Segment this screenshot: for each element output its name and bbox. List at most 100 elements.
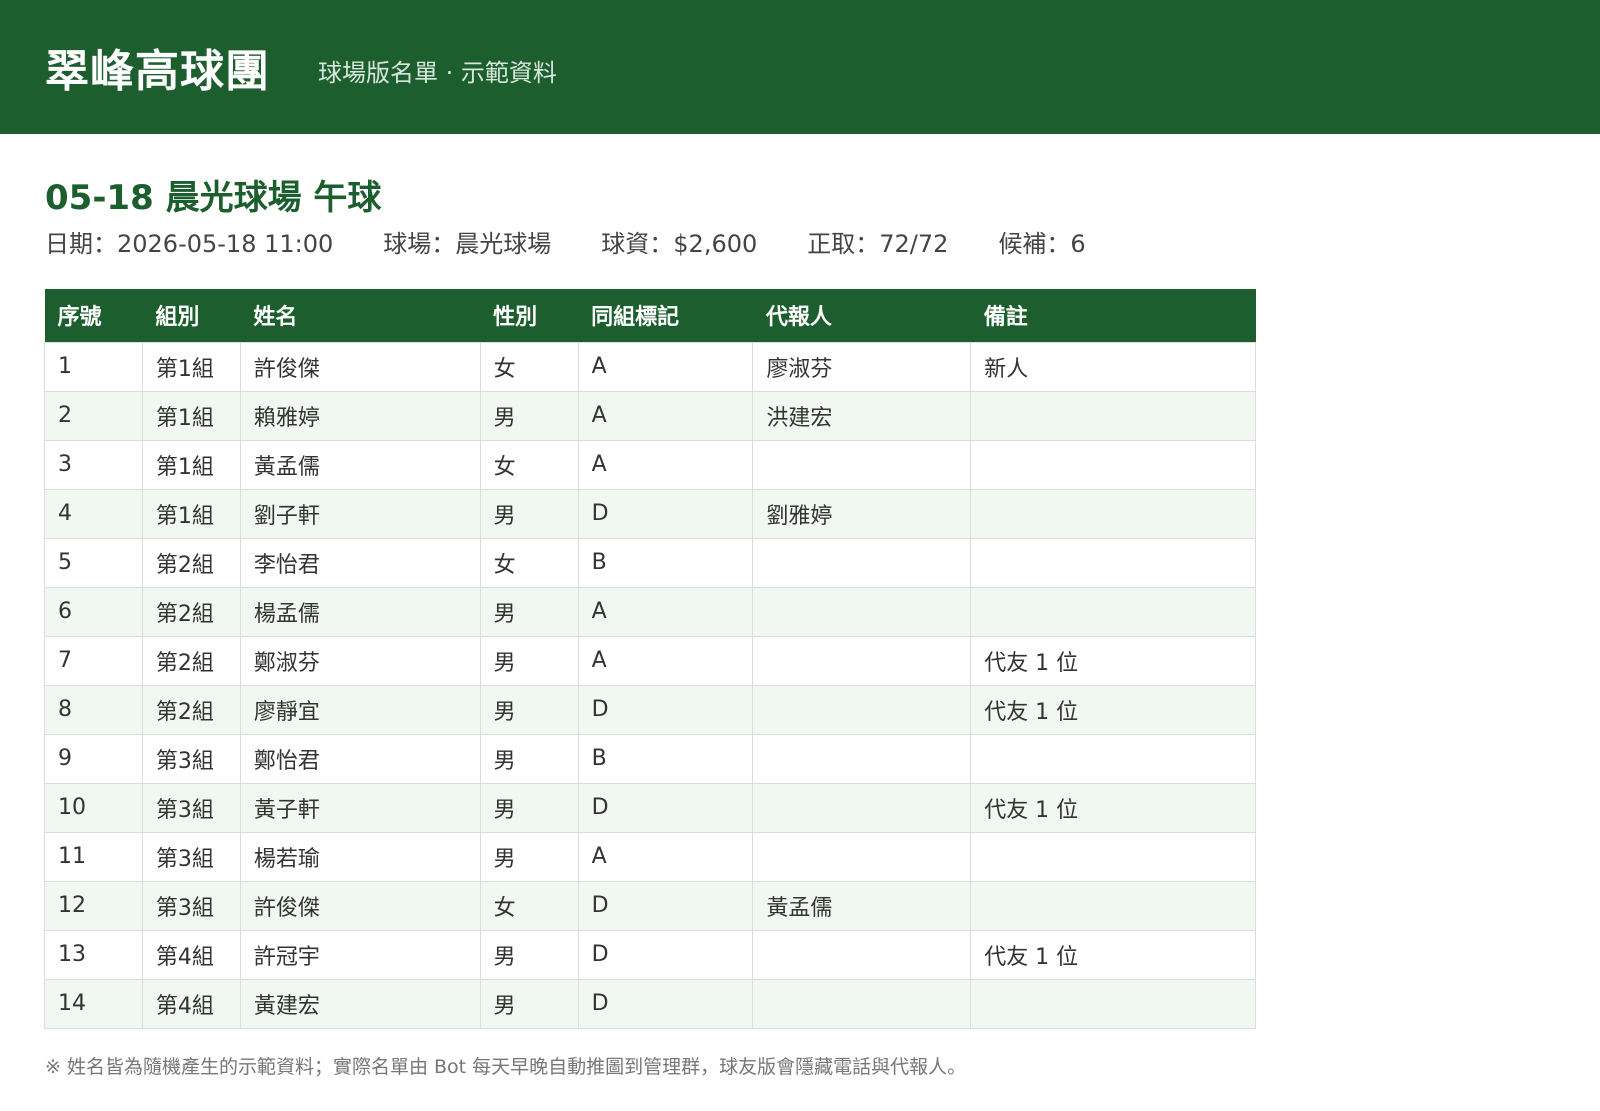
cell-index: 11 [44,831,143,882]
table-row: 11 第3組 楊若瑜男 A [44,831,1256,882]
cell-index: 3 [44,439,143,490]
column-header-name: 姓名 [240,289,481,342]
cell-group-tag: B [577,733,754,784]
cell-note [970,733,1256,784]
table-row: 3 第1組 黃孟儒女 A [44,439,1256,490]
cell-group-tag: A [577,390,754,441]
cell-group: 第4組 [141,978,241,1029]
cell-name: 許俊傑 [239,880,481,931]
cell-name: 黃孟儒 [239,439,481,490]
event-date: 日期：2026-05-18 11:00 [45,230,334,258]
table-row: 9 第3組 鄭怡君男 B [44,733,1256,784]
table-row: 10 第3組 黃子軒男 D 代友 1 位 [44,782,1256,833]
cell-name: 賴雅婷 [239,390,481,441]
event-waitlist-count: 候補：6 [998,230,1086,258]
cell-group-tag: A [577,831,754,882]
cell-group: 第1組 [141,439,241,490]
cell-note: 代友 1 位 [970,684,1256,735]
event-fee: 球資：$2,600 [601,230,758,258]
cell-registrant [752,586,972,637]
cell-group: 第3組 [141,880,241,931]
cell-group: 第2組 [141,635,241,686]
cell-registrant: 劉雅婷 [752,488,972,539]
cell-group-tag: D [577,929,754,980]
event-meta: 日期：2026-05-18 11:00 球場：晨光球場 球資：$2,600 正取… [45,224,1136,259]
cell-group: 第3組 [141,733,241,784]
cell-name: 楊若瑜 [239,831,481,882]
table-row: 5 第2組 李怡君女 B [44,537,1256,588]
cell-group-tag: A [577,635,754,686]
cell-gender: 男 [479,635,579,686]
cell-gender: 男 [479,390,579,441]
cell-gender: 男 [479,488,579,539]
cell-note [970,880,1256,931]
cell-gender: 女 [479,341,579,392]
cell-note [970,439,1256,490]
cell-group-tag: D [577,880,754,931]
cell-group-tag: A [577,439,754,490]
cell-gender: 男 [479,782,579,833]
cell-group: 第3組 [141,782,241,833]
cell-index: 1 [44,341,143,392]
cell-registrant: 洪建宏 [752,390,972,441]
cell-name: 李怡君 [239,537,481,588]
column-header-index: 序號 [44,289,143,342]
cell-group: 第2組 [141,586,241,637]
cell-registrant [752,537,972,588]
column-header-group-tag: 同組標記 [578,289,753,342]
event-confirmed-count: 正取：72/72 [807,230,949,258]
column-header-gender: 性別 [480,289,579,342]
header-subtitle: 球場版名單 · 示範資料 [318,58,557,87]
cell-registrant [752,439,972,490]
cell-registrant: 黃孟儒 [752,880,972,931]
cell-group-tag: A [577,586,754,637]
cell-group-tag: B [577,537,754,588]
table-row: 8 第2組 廖靜宜男 D 代友 1 位 [44,684,1256,735]
cell-gender: 女 [479,880,579,931]
column-header-group: 組別 [142,289,241,342]
cell-name: 黃建宏 [239,978,481,1029]
table-row: 7 第2組 鄭淑芬男 A 代友 1 位 [44,635,1256,686]
cell-name: 鄭怡君 [239,733,481,784]
cell-index: 10 [44,782,143,833]
cell-group: 第2組 [141,684,241,735]
cell-name: 楊孟儒 [239,586,481,637]
cell-note: 代友 1 位 [970,929,1256,980]
cell-registrant [752,635,972,686]
roster-table-body: 1 第1組 許俊傑女 A 廖淑芬 新人 2 第1組 賴雅婷男 A 洪建宏 3 第1組 黃孟儒女 A 4 第1組劉… [44,341,1256,1029]
cell-group-tag: D [577,684,754,735]
cell-registrant [752,733,972,784]
cell-name: 黃子軒 [239,782,481,833]
cell-index: 12 [44,880,143,931]
cell-index: 6 [44,586,143,637]
table-row: 14 第4組 黃建宏男 D [44,978,1256,1029]
cell-gender: 男 [479,733,579,784]
cell-index: 13 [44,929,143,980]
cell-name: 廖靜宜 [239,684,481,735]
cell-gender: 男 [479,586,579,637]
cell-group: 第3組 [141,831,241,882]
cell-gender: 女 [479,537,579,588]
cell-index: 2 [44,390,143,441]
cell-index: 5 [44,537,143,588]
cell-group: 第2組 [141,537,241,588]
cell-gender: 男 [479,831,579,882]
cell-note: 代友 1 位 [970,635,1256,686]
cell-registrant [752,684,972,735]
cell-note [970,390,1256,441]
cell-group-tag: D [577,782,754,833]
cell-name: 許俊傑 [239,341,481,392]
column-header-note: 備註 [970,289,1256,342]
cell-note: 代友 1 位 [970,782,1256,833]
app-header: 翠峰高球團 球場版名單 · 示範資料 [0,0,1600,134]
cell-gender: 男 [479,684,579,735]
event-course: 球場：晨光球場 [383,230,552,258]
cell-name: 劉子軒 [239,488,481,539]
column-header-registrant: 代報人 [752,289,971,342]
cell-group: 第1組 [141,390,241,441]
cell-registrant [752,782,972,833]
cell-note [970,978,1256,1029]
cell-note [970,488,1256,539]
table-row: 2 第1組 賴雅婷男 A 洪建宏 [44,390,1256,441]
cell-index: 8 [44,684,143,735]
